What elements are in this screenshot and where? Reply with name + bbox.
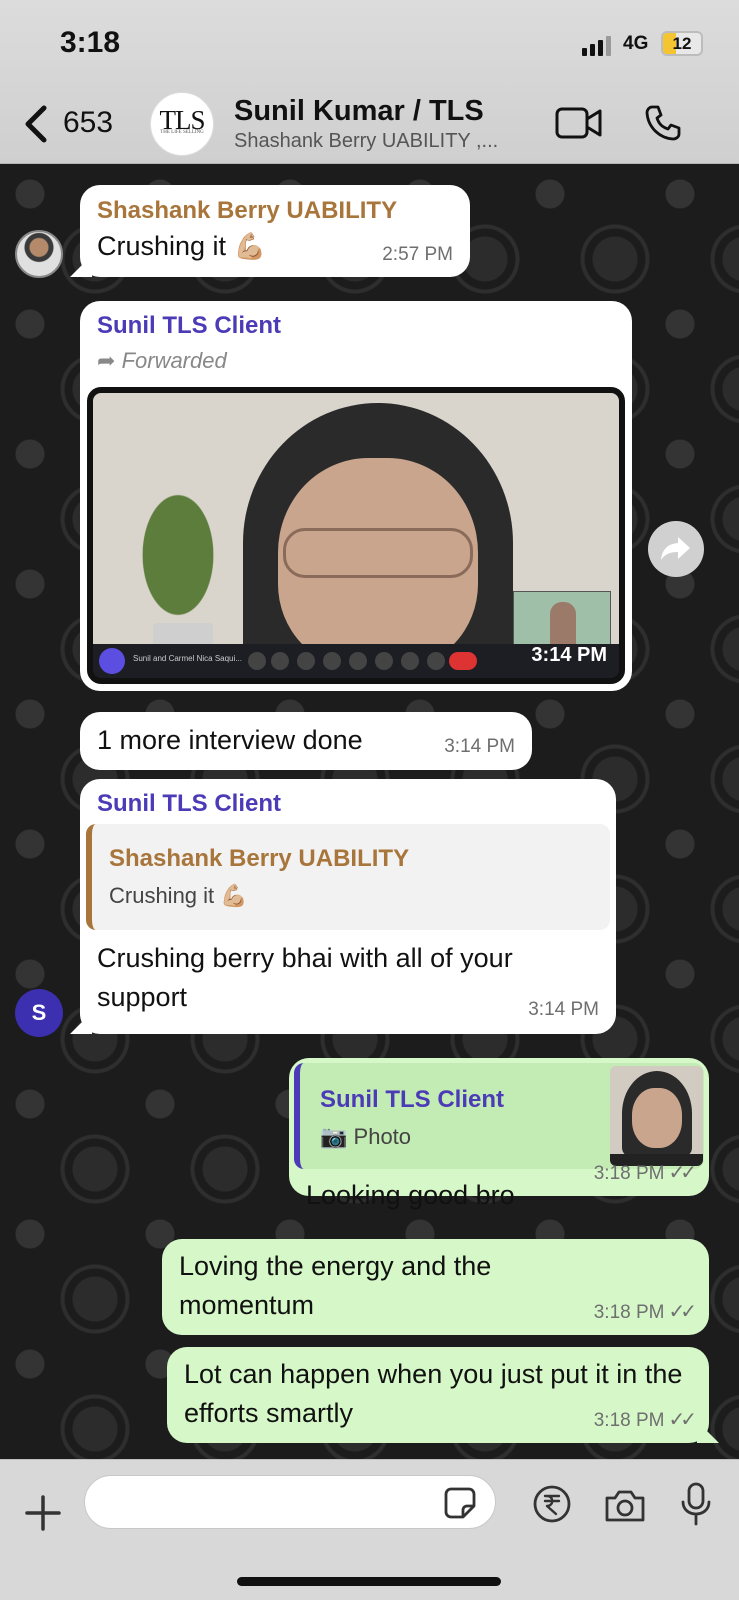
group-avatar-subtext: THE LIFE SELLING	[160, 130, 204, 135]
video-time: 3:14 PM	[531, 644, 607, 666]
message-bubble[interactable]: 1 more interview done 3:14 PM	[80, 712, 532, 770]
camera-icon[interactable]	[603, 1488, 647, 1524]
sender-avatar[interactable]: S	[15, 989, 63, 1037]
home-indicator[interactable]	[237, 1577, 501, 1586]
message-text: Loving the energy and the momentum	[179, 1251, 492, 1321]
share-arrow-icon	[661, 537, 690, 560]
plus-icon[interactable]	[24, 1494, 62, 1532]
chat-title[interactable]: Sunil Kumar / TLS	[234, 95, 484, 128]
flexed-biceps-emoji: 💪🏼	[220, 883, 248, 908]
message-text: Looking good bro	[306, 1180, 515, 1210]
chat-subtitle[interactable]: Shashank Berry UABILITY ,...	[234, 130, 540, 153]
forwarded-label: ➦ Forwarded	[97, 345, 227, 377]
phone-icon[interactable]	[644, 104, 682, 142]
quoted-sender: Shashank Berry UABILITY	[109, 845, 410, 872]
camera-small-icon: 📷	[320, 1124, 348, 1149]
forwarded-text: Forwarded	[121, 348, 227, 373]
battery-icon: 12	[661, 31, 703, 56]
quoted-message[interactable]: Sunil TLS Client 📷 Photo	[294, 1063, 704, 1169]
message-text: Crushing it 💪🏼	[97, 227, 266, 266]
network-type: 4G	[623, 33, 649, 54]
signal-icon	[582, 36, 611, 56]
chat-area[interactable]: Shashank Berry UABILITY Crushing it 💪🏼 2…	[0, 164, 739, 1459]
quoted-text: Crushing it 💪🏼	[109, 880, 248, 912]
battery-level: 12	[672, 34, 692, 53]
message-sender: Sunil TLS Client	[97, 790, 281, 817]
message-time: 3:18 PM ✓✓	[593, 1406, 697, 1435]
quoted-photo-label: 📷 Photo	[320, 1121, 411, 1153]
quoted-sender: Sunil TLS Client	[320, 1086, 504, 1113]
message-time: 3:18 PM ✓✓	[593, 1298, 697, 1327]
quoted-message[interactable]: Shashank Berry UABILITY Crushing it 💪🏼	[86, 824, 610, 930]
sender-avatar[interactable]	[15, 230, 63, 278]
message-time: 3:14 PM	[444, 736, 515, 758]
payment-rupee-icon[interactable]	[532, 1484, 572, 1524]
read-ticks-icon: ✓✓	[668, 1301, 696, 1323]
video-thumbnail[interactable]: Sunil and Carmel Nica Saqui... 3:14 PM	[87, 387, 625, 684]
status-time: 3:18	[60, 26, 121, 59]
quoted-photo-thumbnail	[610, 1066, 703, 1166]
message-time: 3:14 PM	[528, 999, 599, 1021]
sticker-icon[interactable]	[443, 1486, 477, 1520]
message-bubble-outgoing[interactable]: Lot can happen when you just put it in t…	[167, 1347, 719, 1443]
message-time-text: 3:18 PM	[593, 1302, 665, 1323]
group-avatar-logo: TLS	[159, 105, 205, 135]
flexed-biceps-emoji: 💪🏼	[233, 231, 266, 261]
quoted-text-content: Crushing it	[109, 883, 215, 908]
group-avatar[interactable]: TLS THE LIFE SELLING	[150, 92, 214, 156]
share-button[interactable]	[648, 521, 704, 577]
video-call-icon[interactable]	[555, 106, 603, 140]
forward-arrow-icon: ➦	[97, 348, 116, 373]
message-bubble[interactable]: Sunil TLS Client Shashank Berry UABILITY…	[70, 779, 616, 1034]
quoted-photo-text: Photo	[353, 1124, 412, 1149]
message-bubble[interactable]: Shashank Berry UABILITY Crushing it 💪🏼 2…	[70, 185, 470, 277]
message-bubble-outgoing[interactable]: Loving the energy and the momentum 3:18 …	[162, 1239, 709, 1335]
back-chevron-icon[interactable]	[20, 104, 50, 144]
message-text: 1 more interview done	[97, 725, 363, 755]
read-ticks-icon: ✓✓	[668, 1409, 696, 1431]
call-label: Sunil and Carmel Nica Saqui...	[133, 654, 242, 663]
message-sender: Shashank Berry UABILITY	[97, 197, 398, 224]
message-text-content: Crushing it	[97, 231, 227, 261]
chat-header: 3:18 4G 12 653 TLS THE LIFE SELLING Suni…	[0, 0, 739, 164]
message-bubble-outgoing[interactable]: Sunil TLS Client 📷 Photo Looking good br…	[289, 1058, 709, 1210]
message-sender: Sunil TLS Client	[97, 312, 281, 339]
message-time-text: 3:18 PM	[593, 1163, 665, 1184]
message-text: Crushing berry bhai with all of your sup…	[97, 943, 513, 1013]
back-unread-count[interactable]: 653	[63, 106, 113, 140]
message-input[interactable]	[84, 1475, 496, 1529]
read-ticks-icon: ✓✓	[668, 1162, 696, 1184]
message-time: 3:18 PM ✓✓	[593, 1159, 697, 1188]
message-time: 2:57 PM	[382, 244, 453, 266]
microphone-icon[interactable]	[680, 1482, 712, 1526]
message-bubble[interactable]: Sunil TLS Client ➦ Forwarded Sunil and C…	[80, 301, 632, 691]
message-time-text: 3:18 PM	[593, 1410, 665, 1431]
